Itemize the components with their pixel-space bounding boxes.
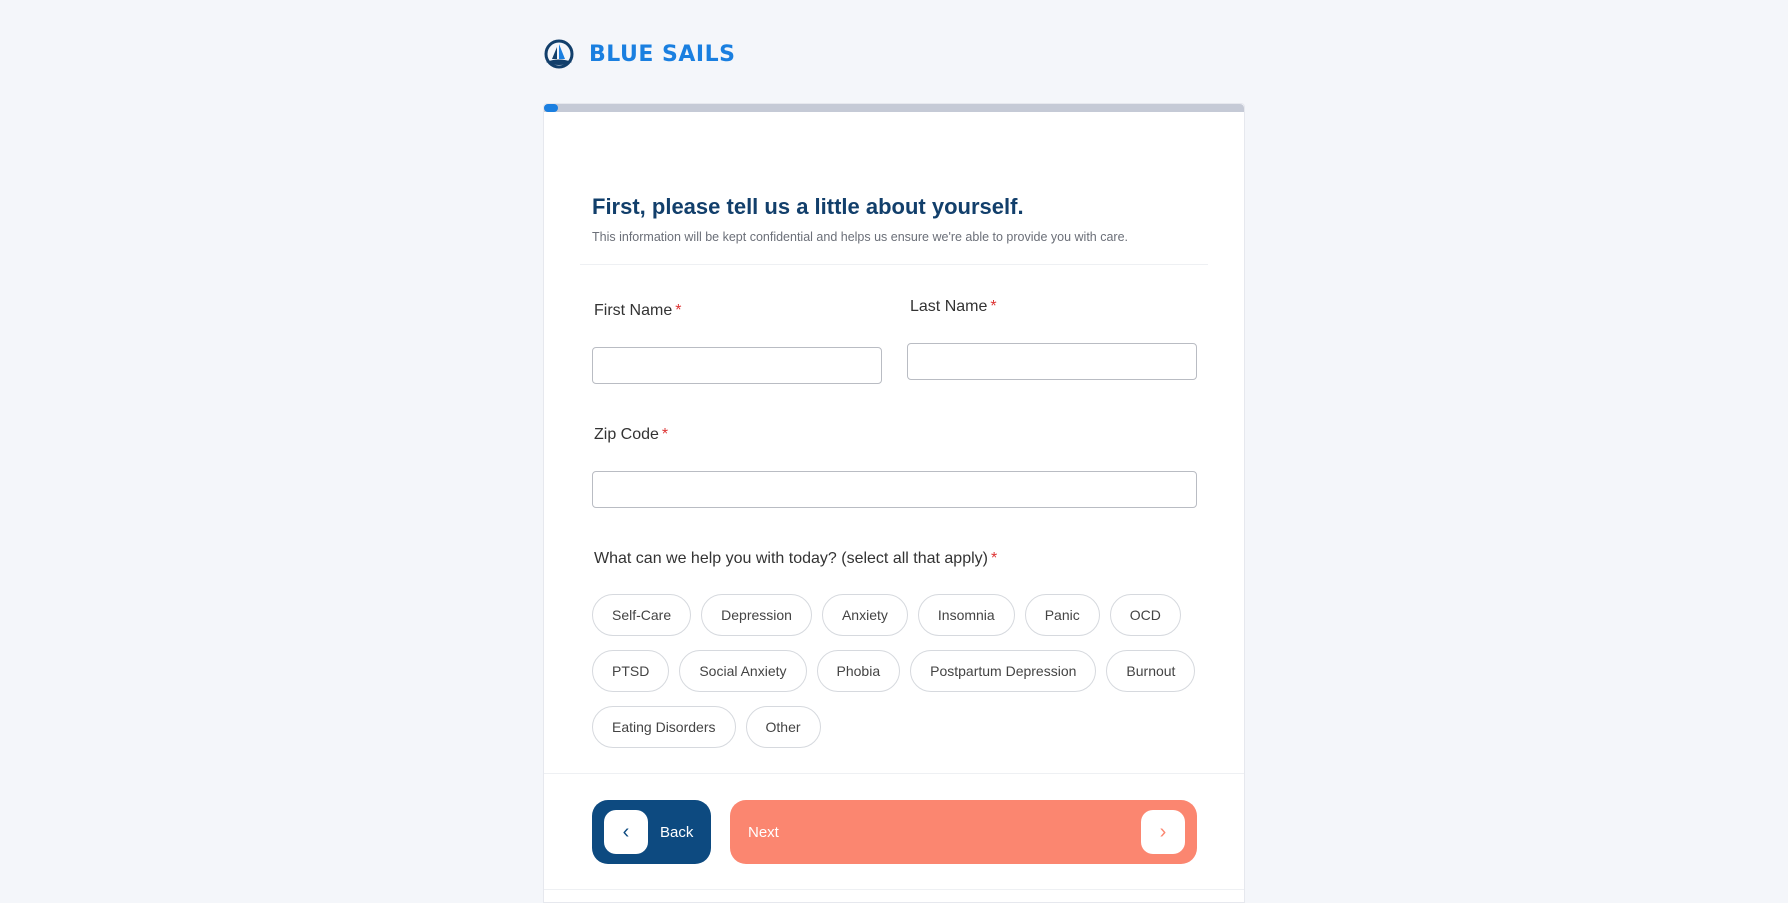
last-name-label: Last Name * (910, 298, 997, 315)
brand-logo: BLUE SAILS (543, 38, 735, 70)
option-chip[interactable]: Insomnia (917, 594, 1015, 636)
zip-code-label: Zip Code * (594, 426, 669, 443)
option-chip[interactable]: Panic (1024, 594, 1100, 636)
page-subtitle: This information will be kept confidenti… (592, 230, 1129, 244)
back-button[interactable]: ‹ Back (592, 800, 711, 864)
back-label: Back (660, 823, 694, 841)
divider (544, 773, 1244, 774)
chevron-left-icon: ‹ (604, 810, 648, 854)
zip-code-input[interactable] (592, 471, 1197, 508)
option-chip[interactable]: Postpartum Depression (910, 650, 1097, 692)
next-label: Next (748, 823, 779, 841)
option-chip[interactable]: Other (745, 706, 821, 748)
sailboat-logo-icon (544, 39, 574, 69)
divider (580, 264, 1208, 265)
option-chip[interactable]: OCD (1109, 594, 1181, 636)
option-chip[interactable]: Phobia (816, 650, 901, 692)
option-chip[interactable]: Anxiety (821, 594, 908, 636)
brand-name: BLUE SAILS (589, 41, 736, 67)
first-name-input[interactable] (592, 347, 882, 384)
progress-fill (544, 104, 558, 112)
help-options: Self-Care Depression Anxiety Insomnia Panic O… (592, 594, 1212, 748)
next-button[interactable]: Next › (730, 800, 1197, 864)
option-chip[interactable]: Self-Care (592, 594, 692, 636)
first-name-label: First Name * (594, 302, 682, 319)
page-title: First, please tell us a little about you… (592, 194, 1024, 219)
chevron-right-icon: › (1141, 810, 1185, 854)
divider (544, 889, 1244, 890)
option-chip[interactable]: Eating Disorders (592, 706, 736, 748)
option-chip[interactable]: Social Anxiety (679, 650, 807, 692)
form-card: First, please tell us a little about you… (543, 103, 1245, 903)
option-chip[interactable]: Depression (701, 594, 812, 636)
last-name-input[interactable] (907, 343, 1197, 380)
progress-bar (544, 104, 1244, 112)
option-chip[interactable]: Burnout (1106, 650, 1196, 692)
help-question-label: What can we help you with today? (select… (594, 550, 998, 567)
option-chip[interactable]: PTSD (592, 650, 670, 692)
